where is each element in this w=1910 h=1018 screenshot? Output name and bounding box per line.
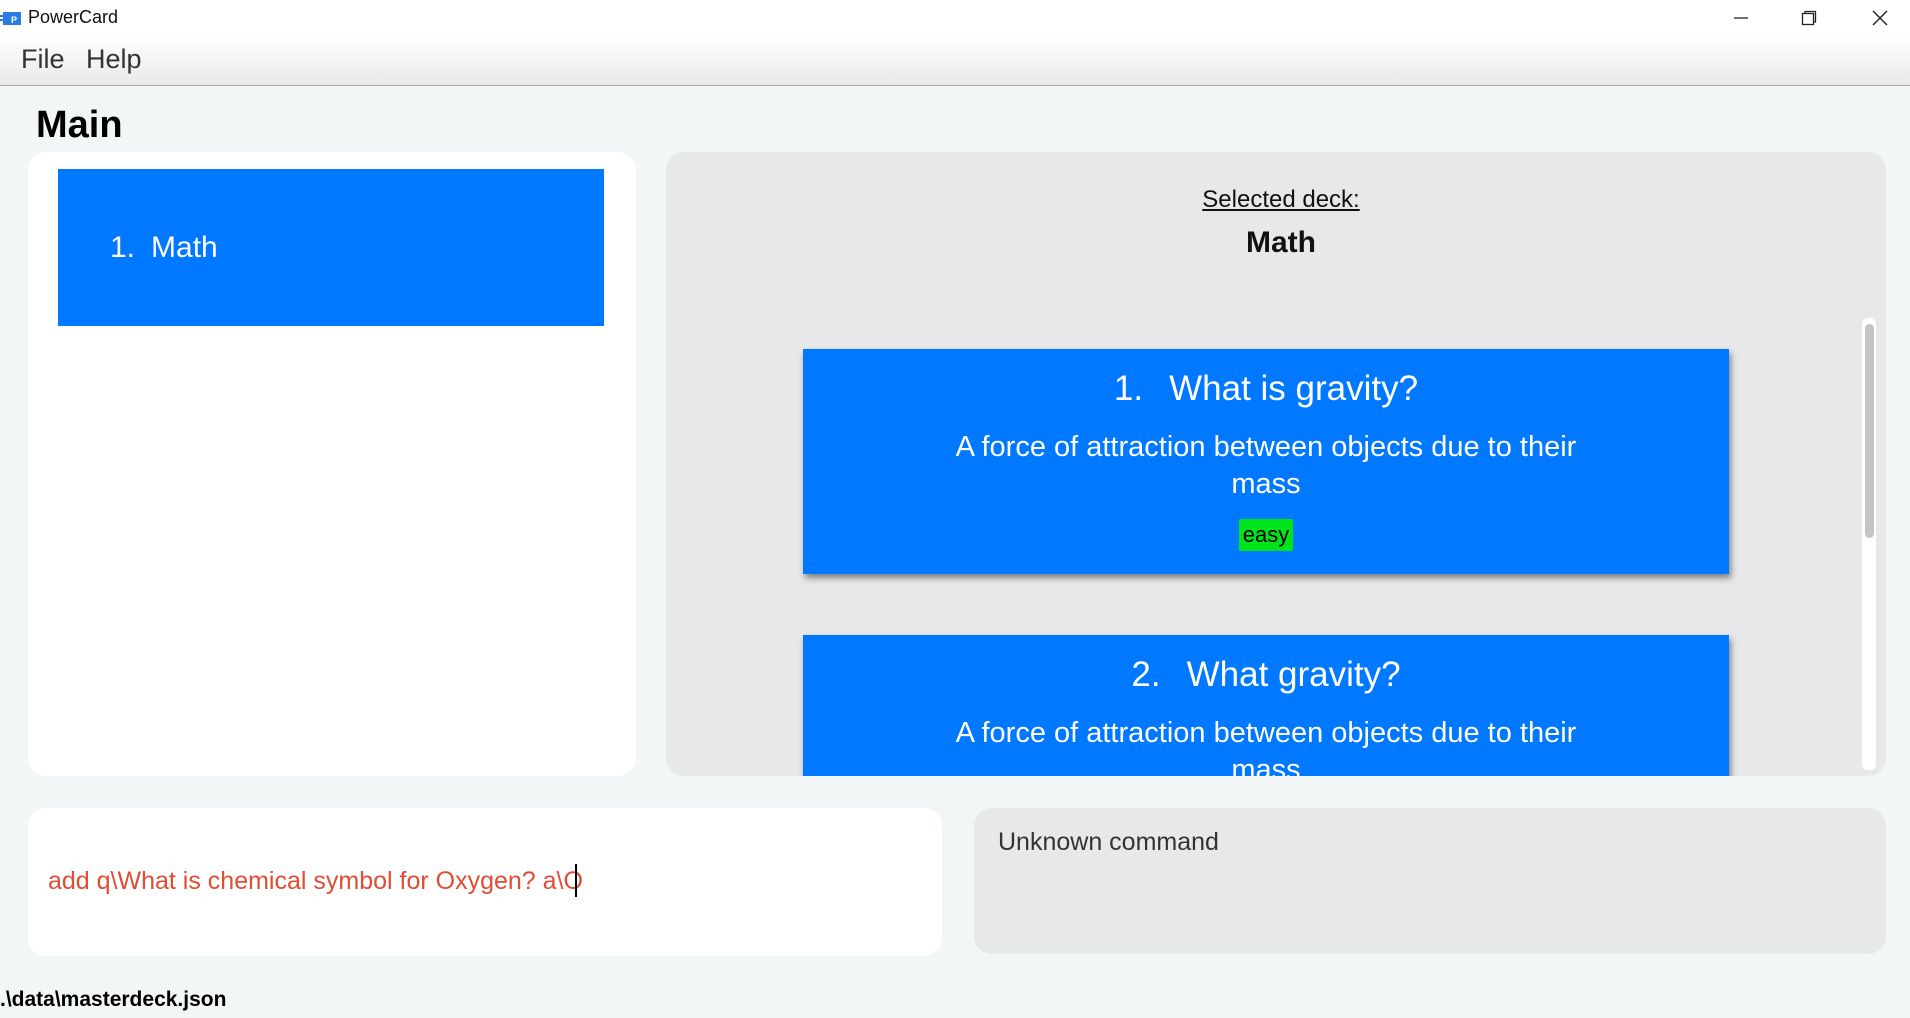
selected-deck-label: Selected deck: (1202, 186, 1360, 213)
page-title: Main (36, 104, 123, 146)
status-bar-path: .\data\masterdeck.json (0, 988, 227, 1011)
selected-deck-name: Math (1246, 226, 1316, 259)
card-question-text: What is gravity? (1169, 369, 1419, 408)
command-box (28, 808, 942, 956)
deck-list-item[interactable]: 1. Math (58, 169, 604, 326)
card-answer: A force of attraction between objects du… (955, 431, 1577, 500)
menu-help[interactable]: Help (86, 44, 142, 75)
result-message: Unknown command (998, 828, 1219, 856)
deck-index: 1. (110, 230, 136, 264)
flashcard[interactable]: 1. What is gravity? A force of attraction… (803, 349, 1729, 574)
deck-list-panel: 1. Math (28, 152, 636, 776)
minimize-icon (1734, 17, 1748, 19)
svg-text:P: P (11, 15, 17, 25)
card-question: 2. What gravity? (803, 655, 1729, 695)
close-icon (1872, 10, 1888, 26)
command-input[interactable] (46, 860, 920, 902)
menu-bar: File Help (0, 36, 1910, 86)
card-list-scrollbar[interactable] (1862, 318, 1876, 770)
flashcard[interactable]: 2. What gravity? A force of attraction be… (803, 635, 1729, 776)
card-list-panel: Selected deck: Math 1. What is gravity? A… (666, 152, 1886, 776)
minimize-button[interactable] (1706, 0, 1776, 36)
close-button[interactable] (1845, 0, 1910, 36)
scrollbar-thumb[interactable] (1865, 324, 1874, 538)
app-icon: P (0, 12, 21, 25)
card-question-text: What gravity? (1186, 655, 1401, 694)
maximize-button[interactable] (1774, 0, 1844, 36)
maximize-icon (1801, 10, 1817, 26)
card-index: 1. (1113, 369, 1144, 408)
card-index: 2. (1131, 655, 1161, 694)
difficulty-tag: easy (1239, 519, 1293, 551)
menu-file[interactable]: File (21, 44, 65, 75)
title-bar: P PowerCard (0, 0, 1910, 36)
card-question: 1. What is gravity? (803, 369, 1729, 409)
window-title: PowerCard (28, 7, 119, 27)
card-answer: A force of attraction between objects du… (955, 717, 1577, 776)
result-display: Unknown command (974, 808, 1886, 954)
deck-name: Math (151, 230, 218, 264)
text-caret (575, 864, 577, 897)
